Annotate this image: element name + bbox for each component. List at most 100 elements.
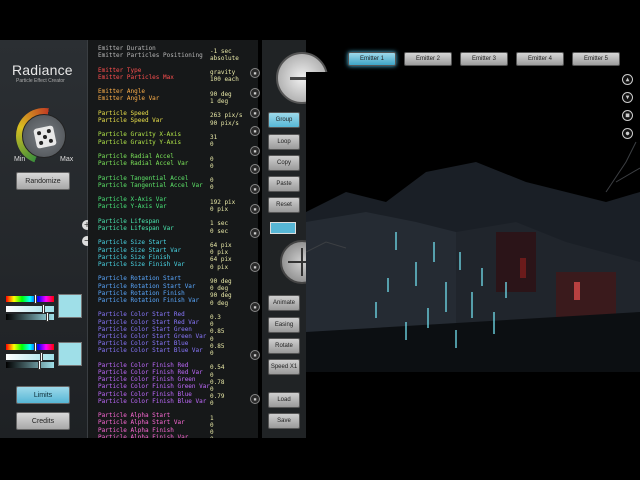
lock-icon[interactable]: ▪ bbox=[250, 302, 260, 312]
easing-button[interactable]: Easing bbox=[268, 317, 300, 333]
param-value: 0 sec bbox=[210, 227, 229, 235]
start-sat-handle[interactable] bbox=[42, 304, 45, 314]
lock-icon[interactable]: ▪ bbox=[250, 394, 260, 404]
param-label: Particle Rotation Finish Var bbox=[98, 297, 200, 304]
dial-knob[interactable] bbox=[22, 114, 66, 158]
param-row[interactable]: Particle Lifespan Var 0 sec bbox=[98, 225, 258, 235]
param-row[interactable]: Emitter Angle Var 1 deg bbox=[98, 95, 258, 105]
param-value: 0 bbox=[210, 184, 214, 192]
dial-max-label: Max bbox=[60, 156, 74, 163]
param-row[interactable]: Particle Size Finish Var 0 pix bbox=[98, 261, 258, 271]
param-row[interactable]: Particle Y-Axis Var 0 pix bbox=[98, 203, 258, 213]
app-logo: Radiance bbox=[12, 62, 73, 78]
start-bright-handle[interactable] bbox=[46, 312, 49, 322]
lock-icon[interactable]: ▪ bbox=[250, 228, 260, 238]
crosshair-icon bbox=[301, 248, 303, 276]
param-label: Emitter Particles Max bbox=[98, 73, 174, 81]
parameter-list: Emitter Duration -1 sec Emitter Particles … bbox=[88, 40, 258, 438]
param-label: Emitter Particles Positioning bbox=[98, 52, 203, 60]
load-button[interactable]: Load bbox=[268, 392, 300, 408]
param-label: Particle Speed Var bbox=[98, 117, 164, 124]
param-label: Particle Lifespan Var bbox=[98, 225, 174, 232]
night-street-image bbox=[306, 72, 640, 438]
lock-icon[interactable]: ▪ bbox=[250, 164, 260, 174]
preview-scene[interactable] bbox=[306, 72, 640, 438]
arrow-up-icon[interactable]: ▲ bbox=[622, 74, 633, 85]
param-value: 100 each bbox=[210, 76, 239, 84]
tab-emitter-4[interactable]: Emitter 4 bbox=[516, 52, 564, 66]
param-row[interactable]: Particle Rotation Finish Var 0 deg bbox=[98, 297, 258, 307]
reset-button[interactable]: Reset bbox=[268, 197, 300, 213]
lock-icon[interactable]: ▪ bbox=[250, 108, 260, 118]
param-row[interactable]: Particle Color Start Blue Var 0 bbox=[98, 347, 258, 357]
lock-icon[interactable]: ▪ bbox=[250, 126, 260, 136]
paste-button[interactable]: Paste bbox=[268, 176, 300, 192]
param-value: absolute bbox=[210, 54, 239, 62]
param-value: 0 bbox=[210, 400, 214, 408]
start-hue-handle[interactable] bbox=[34, 294, 37, 304]
randomize-button[interactable]: Randomize bbox=[16, 172, 70, 190]
param-row[interactable]: Emitter Particles Max 100 each bbox=[98, 74, 258, 84]
app-window: Radiance Particle Effect Creator Min Max… bbox=[0, 40, 640, 438]
tab-emitter-2[interactable]: Emitter 2 bbox=[404, 52, 452, 66]
finish-hue-slider[interactable] bbox=[6, 344, 54, 350]
dice-icon bbox=[33, 125, 57, 149]
emitter-tabs: Emitter 1 Emitter 2 Emitter 3 Emitter 4 Emit… bbox=[306, 48, 640, 72]
param-label: Particle Radial Accel Var bbox=[98, 160, 189, 168]
lock-icon[interactable]: ▪ bbox=[250, 88, 260, 98]
app-subtitle: Particle Effect Creator bbox=[16, 78, 65, 84]
param-value: 0 bbox=[210, 349, 214, 357]
lock-icon[interactable]: ▪ bbox=[250, 146, 260, 156]
param-value: 0 pix bbox=[210, 205, 229, 213]
limits-button[interactable]: Limits bbox=[16, 386, 70, 404]
lock-icon[interactable]: ▪ bbox=[250, 262, 260, 272]
param-label: Particle Color Start Blue Var bbox=[98, 347, 203, 355]
lock-icon[interactable]: ▪ bbox=[250, 68, 260, 78]
loop-button[interactable]: Loop bbox=[268, 134, 300, 150]
param-label: Particle Size Finish Var bbox=[98, 261, 185, 268]
finish-hue-handle[interactable] bbox=[34, 342, 37, 352]
param-value: 1 deg bbox=[210, 97, 229, 105]
param-row[interactable]: Particle Color Finish Blue Var 0 bbox=[98, 398, 258, 408]
tab-emitter-1[interactable]: Emitter 1 bbox=[348, 52, 396, 66]
param-value: 90 pix/s bbox=[210, 119, 239, 127]
param-row[interactable]: Particle Radial Accel Var 0 bbox=[98, 160, 258, 170]
fullscreen-icon[interactable]: ■ bbox=[622, 110, 633, 121]
param-row[interactable]: Particle Tangential Accel Var 0 bbox=[98, 182, 258, 192]
tab-emitter-5[interactable]: Emitter 5 bbox=[572, 52, 620, 66]
arrow-down-icon[interactable]: ▼ bbox=[622, 92, 633, 103]
param-row[interactable]: Particle Alpha Finish Var 0 bbox=[98, 434, 258, 438]
scene-icon-column: ▲ ▼ ■ ● bbox=[620, 70, 636, 150]
camera-icon[interactable]: ● bbox=[622, 128, 633, 139]
param-value: 0 deg bbox=[210, 299, 229, 307]
copy-button[interactable]: Copy bbox=[268, 155, 300, 171]
start-color-picker[interactable] bbox=[6, 294, 84, 324]
param-value: 0 bbox=[210, 436, 250, 438]
finish-bright-slider[interactable] bbox=[6, 362, 54, 368]
start-color-swatch bbox=[58, 294, 82, 318]
emitter-battery-icon[interactable] bbox=[270, 222, 296, 234]
left-panel: Radiance Particle Effect Creator Min Max… bbox=[0, 40, 88, 438]
speed-button[interactable]: Speed X1 bbox=[268, 359, 300, 375]
dial-min-label: Min bbox=[14, 156, 26, 163]
rotate-button[interactable]: Rotate bbox=[268, 338, 300, 354]
lock-column: ▪ ▪ ▪ ▪ ▪ ▪ ▪ ▪ ▪ ▪ ▪ ▪ ▪ bbox=[248, 40, 262, 438]
param-row[interactable]: Particle Speed Var 90 pix/s bbox=[98, 117, 258, 127]
tab-emitter-3[interactable]: Emitter 3 bbox=[460, 52, 508, 66]
credits-button[interactable]: Credits bbox=[16, 412, 70, 430]
save-button[interactable]: Save bbox=[268, 413, 300, 429]
finish-sat-slider[interactable] bbox=[6, 354, 54, 360]
finish-bright-handle[interactable] bbox=[38, 360, 41, 370]
start-hue-slider[interactable] bbox=[6, 296, 54, 302]
lock-icon[interactable]: ▪ bbox=[250, 204, 260, 214]
param-label: Particle Y-Axis Var bbox=[98, 203, 167, 211]
lock-icon[interactable]: ▪ bbox=[250, 184, 260, 194]
param-value: 0 bbox=[210, 162, 214, 170]
finish-color-picker[interactable] bbox=[6, 342, 84, 372]
param-value: 0 pix bbox=[210, 263, 229, 271]
group-button[interactable]: Group bbox=[268, 112, 300, 128]
animate-button[interactable]: Animate bbox=[268, 295, 300, 311]
param-row[interactable]: Particle Gravity Y-Axis 0 bbox=[98, 139, 258, 149]
lock-icon[interactable]: ▪ bbox=[250, 350, 260, 360]
param-row[interactable]: Emitter Particles Positioning absolute bbox=[98, 52, 258, 62]
